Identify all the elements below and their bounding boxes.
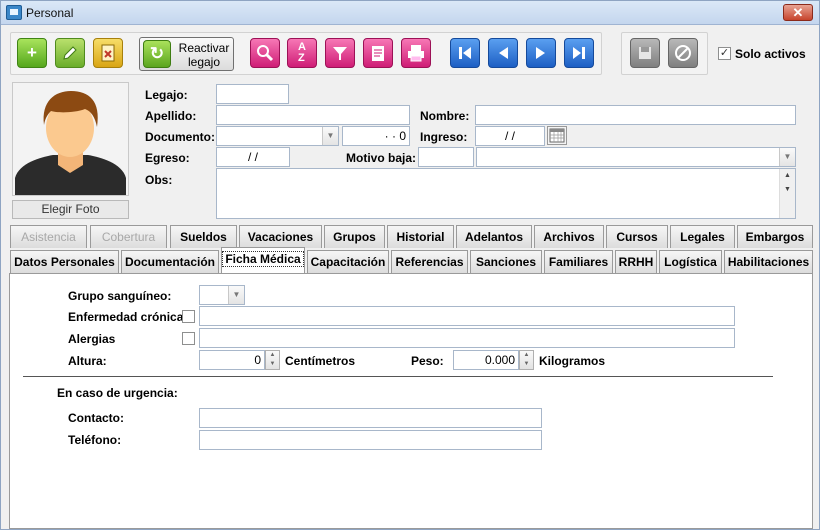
- enfermedad-cronica-checkbox[interactable]: [182, 310, 195, 323]
- nombre-label: Nombre:: [420, 109, 470, 123]
- legajo-label: legajo: [187, 55, 221, 69]
- tab-familiares[interactable]: Familiares: [544, 250, 613, 273]
- contacto-label: Contacto:: [68, 411, 124, 425]
- close-button[interactable]: ✕: [783, 4, 813, 21]
- egreso-date-field[interactable]: / /: [216, 147, 290, 167]
- next-record-icon[interactable]: [526, 38, 556, 68]
- telefono-field[interactable]: [199, 430, 542, 450]
- tab-rrhh[interactable]: RRHH: [615, 250, 657, 273]
- tab-datos-personales[interactable]: Datos Personales: [10, 250, 119, 273]
- urgencia-heading: En caso de urgencia:: [57, 386, 178, 400]
- reactivar-label: Reactivar: [178, 41, 230, 55]
- delete-document-icon[interactable]: [93, 38, 123, 68]
- peso-field[interactable]: 0.000: [453, 350, 519, 370]
- window-title: Personal: [26, 6, 74, 20]
- documento-number-field[interactable]: · · 0: [342, 126, 410, 146]
- tab-habilitaciones[interactable]: Habilitaciones: [724, 250, 813, 273]
- ingreso-date-field[interactable]: / /: [475, 126, 545, 146]
- personal-window: Personal ✕ + ↻ Reactivar legajo AZ ✓ Sol…: [0, 0, 820, 530]
- solo-activos-checkbox[interactable]: ✓: [718, 47, 731, 60]
- motivo-code-field[interactable]: [418, 147, 474, 167]
- tab-cursos[interactable]: Cursos: [606, 225, 668, 248]
- tab-grupos[interactable]: Grupos: [324, 225, 385, 248]
- tab-historial[interactable]: Historial: [387, 225, 454, 248]
- tab-sueldos[interactable]: Sueldos: [170, 225, 237, 248]
- title-bar: Personal ✕: [1, 1, 819, 25]
- alergias-checkbox[interactable]: [182, 332, 195, 345]
- tab-cobertura: Cobertura: [90, 225, 167, 248]
- enfermedad-cronica-field[interactable]: [199, 306, 735, 326]
- peso-unit: Kilogramos: [539, 354, 606, 368]
- tab-capacitacion[interactable]: Capacitación: [307, 250, 389, 273]
- chevron-down-icon[interactable]: ▼: [228, 286, 244, 304]
- sort-az-icon[interactable]: AZ: [287, 38, 317, 68]
- avatar-icon: [15, 91, 126, 195]
- enfermedad-cronica-label: Enfermedad crónica: [68, 310, 184, 324]
- last-record-icon[interactable]: [564, 38, 594, 68]
- obs-scrollbar[interactable]: ▲ ▼: [779, 169, 795, 218]
- motivo-select[interactable]: ▼: [476, 147, 796, 167]
- ingreso-label: Ingreso:: [420, 130, 468, 144]
- report-icon[interactable]: [363, 38, 393, 68]
- tab-ficha-medica[interactable]: Ficha Médica: [221, 247, 305, 273]
- chevron-down-icon[interactable]: ▼: [779, 148, 795, 166]
- tab-embargos[interactable]: Embargos: [737, 225, 813, 248]
- alergias-field[interactable]: [199, 328, 735, 348]
- alergias-label: Alergias: [68, 332, 116, 346]
- altura-unit: Centímetros: [285, 354, 356, 368]
- grupo-sanguineo-label: Grupo sanguíneo:: [68, 289, 172, 303]
- tab-archivos[interactable]: Archivos: [534, 225, 604, 248]
- edit-icon[interactable]: [55, 38, 85, 68]
- filter-icon[interactable]: [325, 38, 355, 68]
- motivo-baja-label: Motivo baja:: [346, 151, 417, 165]
- obs-label: Obs:: [145, 173, 173, 187]
- cancel-icon[interactable]: [668, 38, 698, 68]
- apellido-label: Apellido:: [145, 109, 197, 123]
- section-divider: [23, 376, 773, 377]
- solo-activos-label: Solo activos: [735, 47, 806, 61]
- telefono-label: Teléfono:: [68, 433, 122, 447]
- tab-vacaciones[interactable]: Vacaciones: [239, 225, 322, 248]
- contacto-field[interactable]: [199, 408, 542, 428]
- search-icon[interactable]: [250, 38, 280, 68]
- save-icon[interactable]: [630, 38, 660, 68]
- reactivar-legajo-button[interactable]: ↻ Reactivar legajo: [139, 37, 234, 71]
- nombre-field[interactable]: [475, 105, 796, 125]
- tab-referencias[interactable]: Referencias: [391, 250, 468, 273]
- egreso-label: Egreso:: [145, 151, 190, 165]
- altura-stepper[interactable]: ▲ ▼: [265, 350, 280, 370]
- employee-photo: [12, 82, 129, 196]
- tab-adelantos[interactable]: Adelantos: [456, 225, 532, 248]
- tab-documentacion[interactable]: Documentación: [121, 250, 219, 273]
- previous-record-icon[interactable]: [488, 38, 518, 68]
- calendar-icon[interactable]: [547, 126, 567, 145]
- tab-sanciones[interactable]: Sanciones: [470, 250, 542, 273]
- elegir-foto-button[interactable]: Elegir Foto: [12, 200, 129, 219]
- obs-textarea[interactable]: ▲ ▼: [216, 168, 796, 219]
- first-record-icon[interactable]: [450, 38, 480, 68]
- apellido-field[interactable]: [216, 105, 410, 125]
- refresh-icon: ↻: [143, 40, 171, 68]
- altura-field[interactable]: 0: [199, 350, 265, 370]
- add-icon[interactable]: +: [17, 38, 47, 68]
- tab-logistica[interactable]: Logística: [659, 250, 722, 273]
- peso-label: Peso:: [411, 354, 444, 368]
- print-icon[interactable]: [401, 38, 431, 68]
- tab-legales[interactable]: Legales: [670, 225, 735, 248]
- altura-label: Altura:: [68, 354, 107, 368]
- grupo-sanguineo-select[interactable]: ▼: [199, 285, 245, 305]
- tab-ficha-medica-label: Ficha Médica: [222, 251, 304, 267]
- peso-stepper[interactable]: ▲ ▼: [519, 350, 534, 370]
- legajo-field[interactable]: [216, 84, 289, 104]
- documento-label: Documento:: [145, 130, 215, 144]
- app-icon: [6, 5, 22, 20]
- documento-type-select[interactable]: ▼: [216, 126, 339, 146]
- chevron-down-icon[interactable]: ▼: [322, 127, 338, 145]
- tab-asistencia: Asistencia: [10, 225, 87, 248]
- legajo-label: Legajo:: [145, 88, 188, 102]
